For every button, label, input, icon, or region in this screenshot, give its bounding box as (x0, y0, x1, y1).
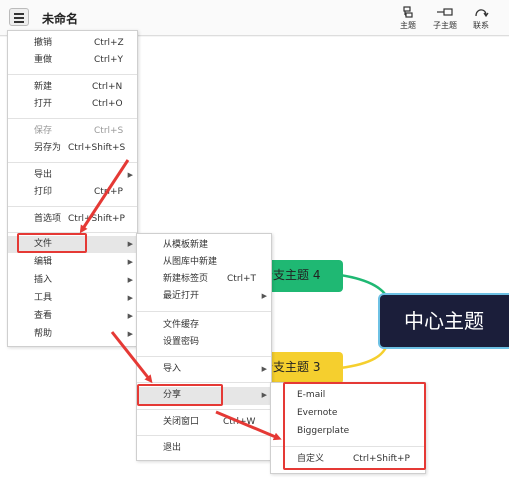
annotation-arrows (79, 159, 282, 441)
arrow-to-file-icon (79, 159, 130, 234)
arrow-to-share-menu-icon (215, 410, 282, 441)
arrow-to-share-icon (110, 331, 153, 384)
